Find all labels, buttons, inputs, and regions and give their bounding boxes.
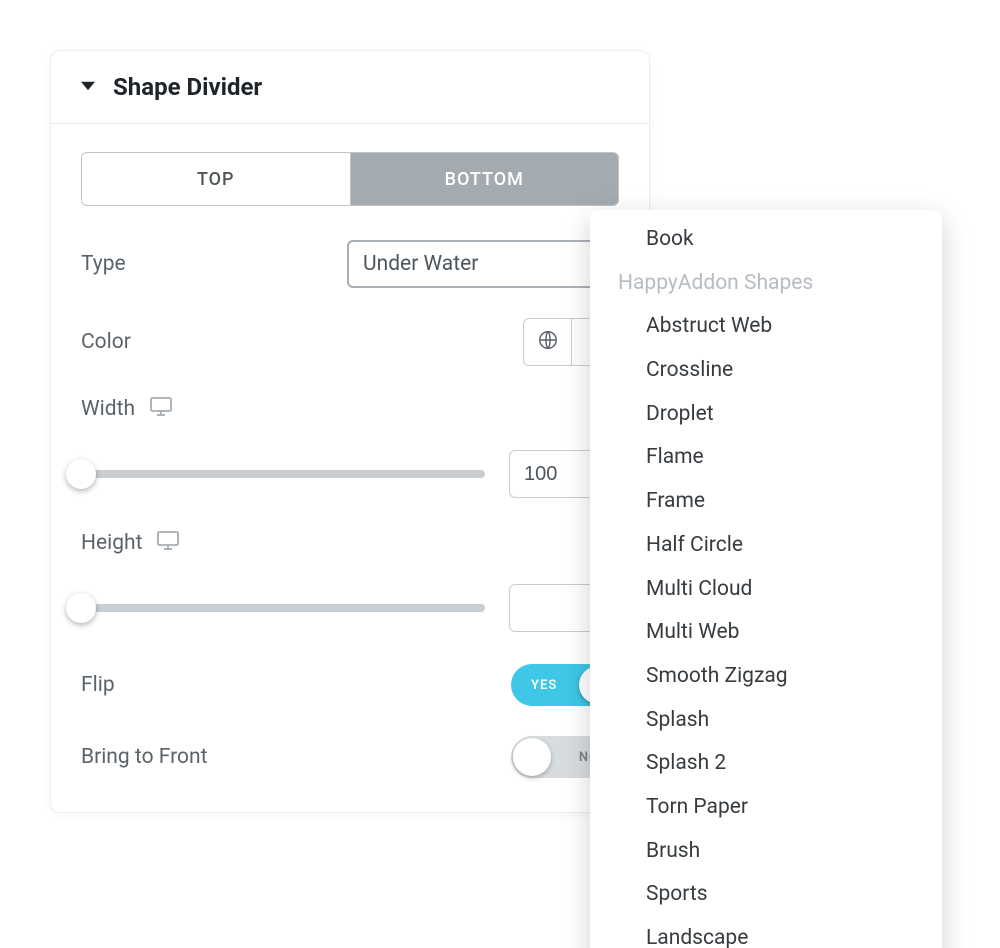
responsive-icon[interactable] (156, 530, 180, 556)
dropdown-option-label: Smooth Zigzag (646, 664, 788, 688)
flip-label: Flip (81, 673, 115, 697)
dropdown-option[interactable]: Brush (590, 830, 942, 874)
position-tabs: TOP BOTTOM (81, 152, 619, 206)
dropdown-option[interactable]: Frame (590, 480, 942, 524)
dropdown-option-label: Splash (646, 708, 709, 732)
dropdown-group: HappyAddon Shapes (590, 262, 942, 306)
type-row: Type Under Water (81, 240, 619, 288)
globe-icon (537, 329, 559, 355)
height-slider-thumb[interactable] (66, 593, 96, 623)
width-slider-thumb[interactable] (66, 459, 96, 489)
color-row: Color (81, 318, 619, 366)
height-label-text: Height (81, 531, 142, 555)
dropdown-option-label: Droplet (646, 402, 714, 426)
type-select-value: Under Water (363, 252, 478, 276)
responsive-icon[interactable] (149, 396, 173, 422)
dropdown-option-label: Multi Cloud (646, 577, 752, 601)
dropdown-option[interactable]: Sports (590, 873, 942, 917)
dropdown-option[interactable]: Flame (590, 436, 942, 480)
dropdown-option[interactable]: Multi Web (590, 611, 942, 655)
type-dropdown: Book HappyAddon Shapes Abstruct Web Cross… (590, 210, 942, 948)
height-block: Height (81, 530, 619, 632)
dropdown-option[interactable]: Half Circle (590, 524, 942, 568)
dropdown-option-label: Abstruct Web (646, 314, 772, 338)
shape-divider-panel: Shape Divider TOP BOTTOM Type Under Wate… (50, 50, 650, 813)
dropdown-option[interactable]: Crossline (590, 349, 942, 393)
dropdown-option-label: Multi Web (646, 620, 739, 644)
dropdown-option[interactable]: Smooth Zigzag (590, 655, 942, 699)
width-slider-row (81, 450, 619, 498)
dropdown-option[interactable]: Abstruct Web (590, 305, 942, 349)
toggle-knob (513, 738, 551, 776)
color-label: Color (81, 330, 131, 354)
type-select[interactable]: Under Water (347, 240, 619, 288)
flip-toggle-label: YES (531, 678, 557, 693)
dropdown-option-label: Landscape (646, 926, 748, 948)
global-color-button[interactable] (523, 318, 571, 366)
dropdown-option[interactable]: Landscape (590, 917, 942, 948)
dropdown-option[interactable]: Droplet (590, 393, 942, 437)
height-label: Height (81, 530, 619, 556)
flip-row: Flip YES (81, 664, 619, 706)
bring-front-row: Bring to Front NO (81, 736, 619, 778)
dropdown-option[interactable]: Splash 2 (590, 742, 942, 786)
dropdown-option-label: Crossline (646, 358, 733, 382)
dropdown-option-label: Sports (646, 882, 708, 906)
width-block: Width (81, 396, 619, 498)
width-slider[interactable] (81, 470, 485, 478)
dropdown-option-label: Brush (646, 839, 700, 863)
dropdown-option[interactable]: Splash (590, 699, 942, 743)
dropdown-option[interactable]: Multi Cloud (590, 568, 942, 612)
dropdown-option-label: Book (646, 227, 694, 251)
width-label: Width (81, 396, 619, 422)
height-slider[interactable] (81, 604, 485, 612)
caret-down-icon (81, 78, 95, 97)
height-slider-row (81, 584, 619, 632)
dropdown-option-label: Half Circle (646, 533, 743, 557)
width-label-text: Width (81, 397, 135, 421)
dropdown-option-label: Splash 2 (646, 751, 726, 775)
dropdown-option-label: Flame (646, 445, 704, 469)
bring-front-label: Bring to Front (81, 745, 207, 769)
dropdown-option[interactable]: Torn Paper (590, 786, 942, 830)
tab-top[interactable]: TOP (82, 153, 351, 205)
dropdown-option[interactable]: Book (590, 222, 942, 262)
panel-body: TOP BOTTOM Type Under Water Color (51, 124, 649, 812)
panel-title: Shape Divider (113, 73, 262, 101)
dropdown-option-label: Torn Paper (646, 795, 748, 819)
type-label: Type (81, 252, 126, 276)
tab-bottom[interactable]: BOTTOM (351, 153, 619, 205)
dropdown-option-label: Frame (646, 489, 705, 513)
panel-header[interactable]: Shape Divider (51, 51, 649, 124)
